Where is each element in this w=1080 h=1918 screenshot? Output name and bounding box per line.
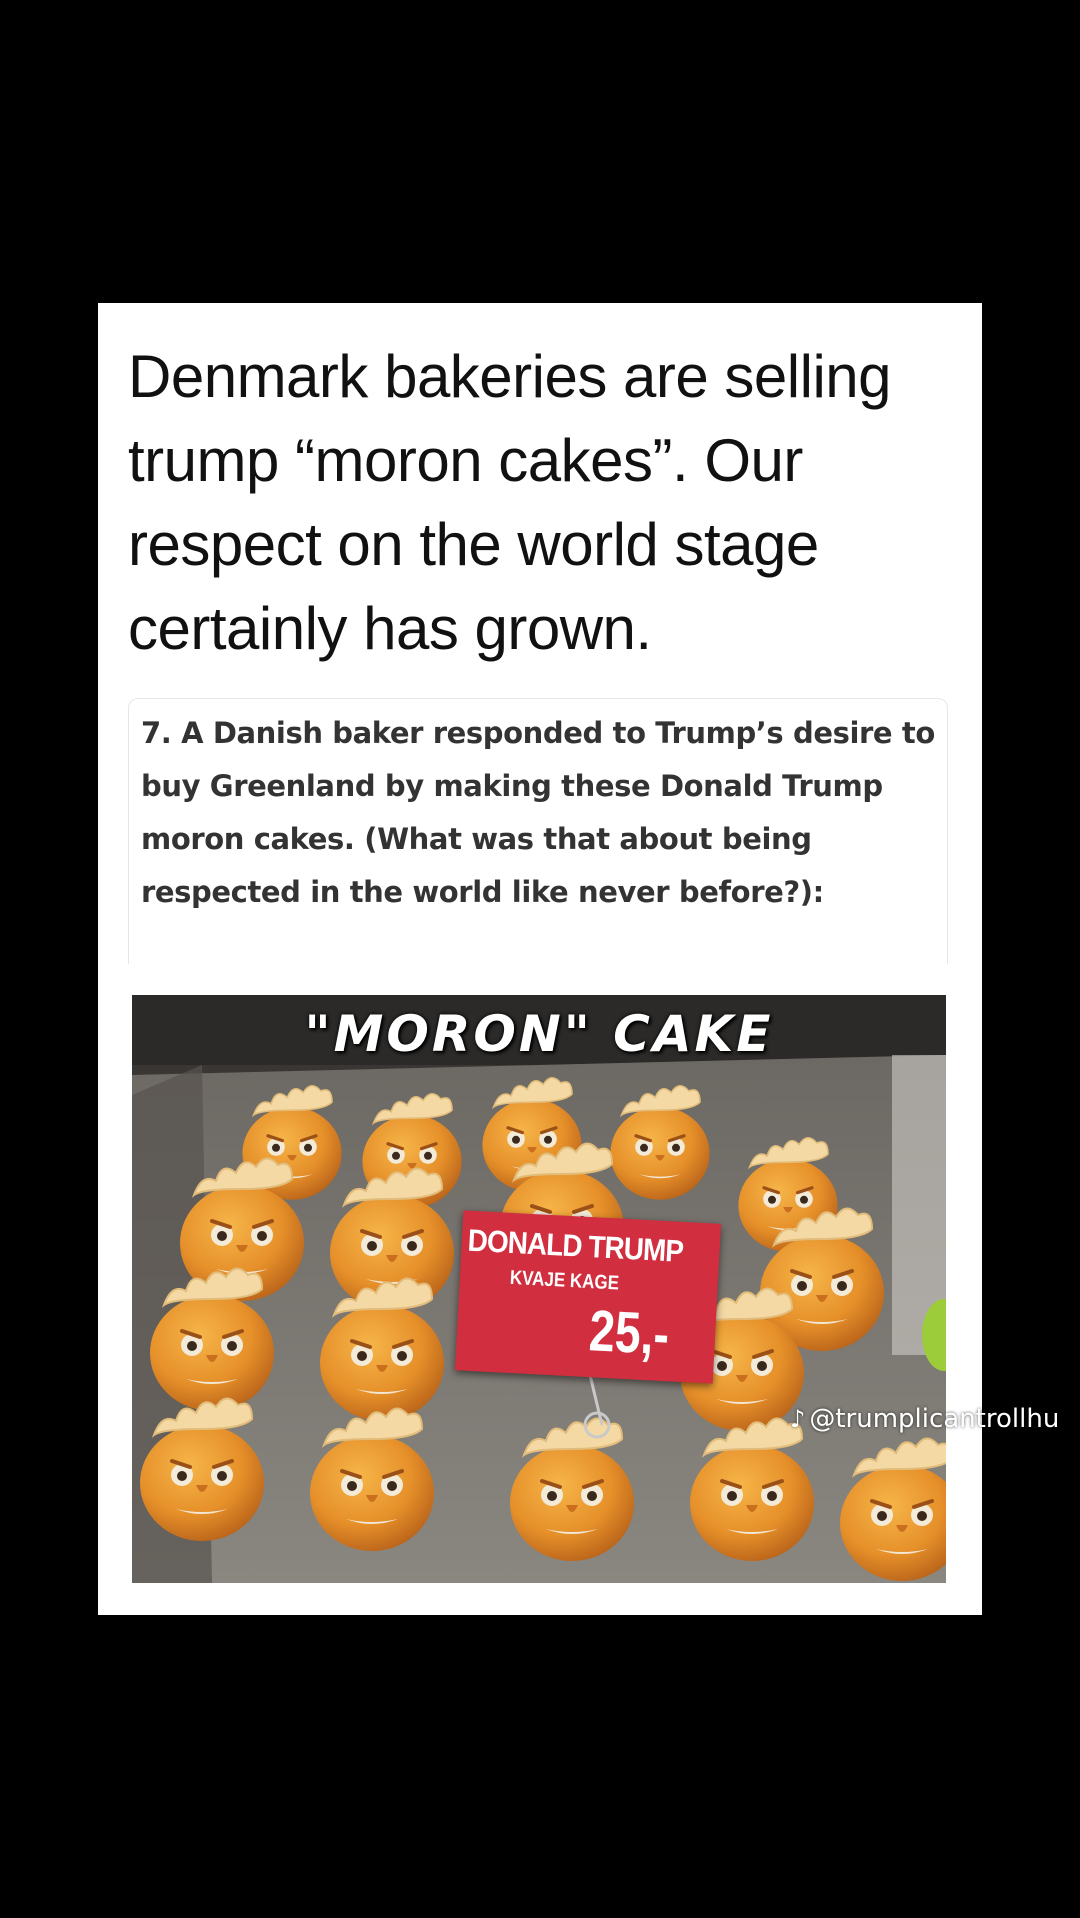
price-sign-price: 25,- (587, 1298, 671, 1368)
quoted-article: 7. A Danish baker responded to Trump’s d… (128, 698, 948, 964)
price-sign-subtitle: KVAJE KAGE (509, 1266, 620, 1295)
photo-caption: "MORON" CAKE (304, 1005, 774, 1063)
tiktok-icon: ♪ (790, 1405, 806, 1433)
price-sign-title: DONALD TRUMP (466, 1222, 684, 1269)
tiktok-watermark: ♪ @trumplicantrollhu (790, 1404, 1059, 1434)
watermark-handle: @trumplicantrollhu (809, 1404, 1060, 1434)
price-sign: DONALD TRUMP KVAJE KAGE 25,- (454, 1210, 722, 1384)
post-headline: Denmark bakeries are selling trump “moro… (128, 343, 892, 662)
screen: Denmark bakeries are selling trump “moro… (0, 0, 1080, 1918)
cake-photo: "MORON" CAKE DONALD TRUMP KVAJE KAGE 25,… (132, 995, 946, 1583)
quoted-article-text: 7. A Danish baker responded to Trump’s d… (141, 716, 935, 909)
